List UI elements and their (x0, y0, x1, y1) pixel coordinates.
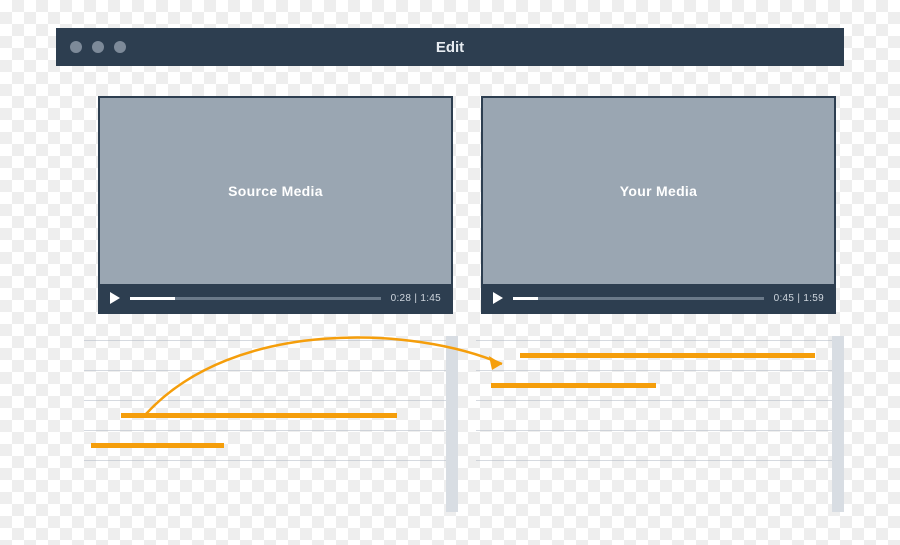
source-video-canvas[interactable]: Source Media (100, 98, 451, 284)
source-timeline[interactable] (84, 340, 452, 512)
play-icon[interactable] (493, 292, 503, 304)
source-progress-bar[interactable] (130, 297, 381, 300)
window-titlebar: Edit (56, 28, 844, 66)
timelines (84, 340, 844, 512)
window-zoom-button[interactable] (114, 41, 126, 53)
your-video-pane: Your Media 0:45 | 1:59 (481, 96, 836, 314)
timeline-clip[interactable] (121, 413, 397, 418)
timeline-lane[interactable] (476, 460, 844, 490)
your-video-canvas[interactable]: Your Media (483, 98, 834, 284)
timeline-clip[interactable] (520, 353, 814, 358)
your-timeline[interactable] (476, 340, 844, 512)
your-time-display: 0:45 | 1:59 (774, 293, 824, 304)
play-icon[interactable] (110, 292, 120, 304)
timeline-lane[interactable] (476, 430, 844, 460)
timeline-lane[interactable] (84, 460, 452, 490)
timeline-clip[interactable] (491, 383, 657, 388)
window-close-button[interactable] (70, 41, 82, 53)
your-video-label: Your Media (620, 183, 697, 199)
window-minimize-button[interactable] (92, 41, 104, 53)
timeline-lane[interactable] (84, 370, 452, 400)
your-progress-bar[interactable] (513, 297, 764, 300)
window-title: Edit (56, 39, 844, 56)
scrollbar-vertical[interactable] (832, 336, 844, 512)
source-time-display: 0:28 | 1:45 (391, 293, 441, 304)
source-video-controls: 0:28 | 1:45 (100, 284, 451, 312)
timeline-lane[interactable] (84, 340, 452, 370)
scrollbar-vertical[interactable] (446, 336, 458, 512)
source-video-label: Source Media (228, 183, 323, 199)
your-progress-fill (513, 297, 538, 300)
video-panes: Source Media 0:28 | 1:45 Your Media 0:45… (98, 96, 836, 314)
your-video-controls: 0:45 | 1:59 (483, 284, 834, 312)
source-video-pane: Source Media 0:28 | 1:45 (98, 96, 453, 314)
timeline-lane[interactable] (476, 400, 844, 430)
source-progress-fill (130, 297, 175, 300)
timeline-clip[interactable] (91, 443, 223, 448)
window-controls (70, 41, 126, 53)
